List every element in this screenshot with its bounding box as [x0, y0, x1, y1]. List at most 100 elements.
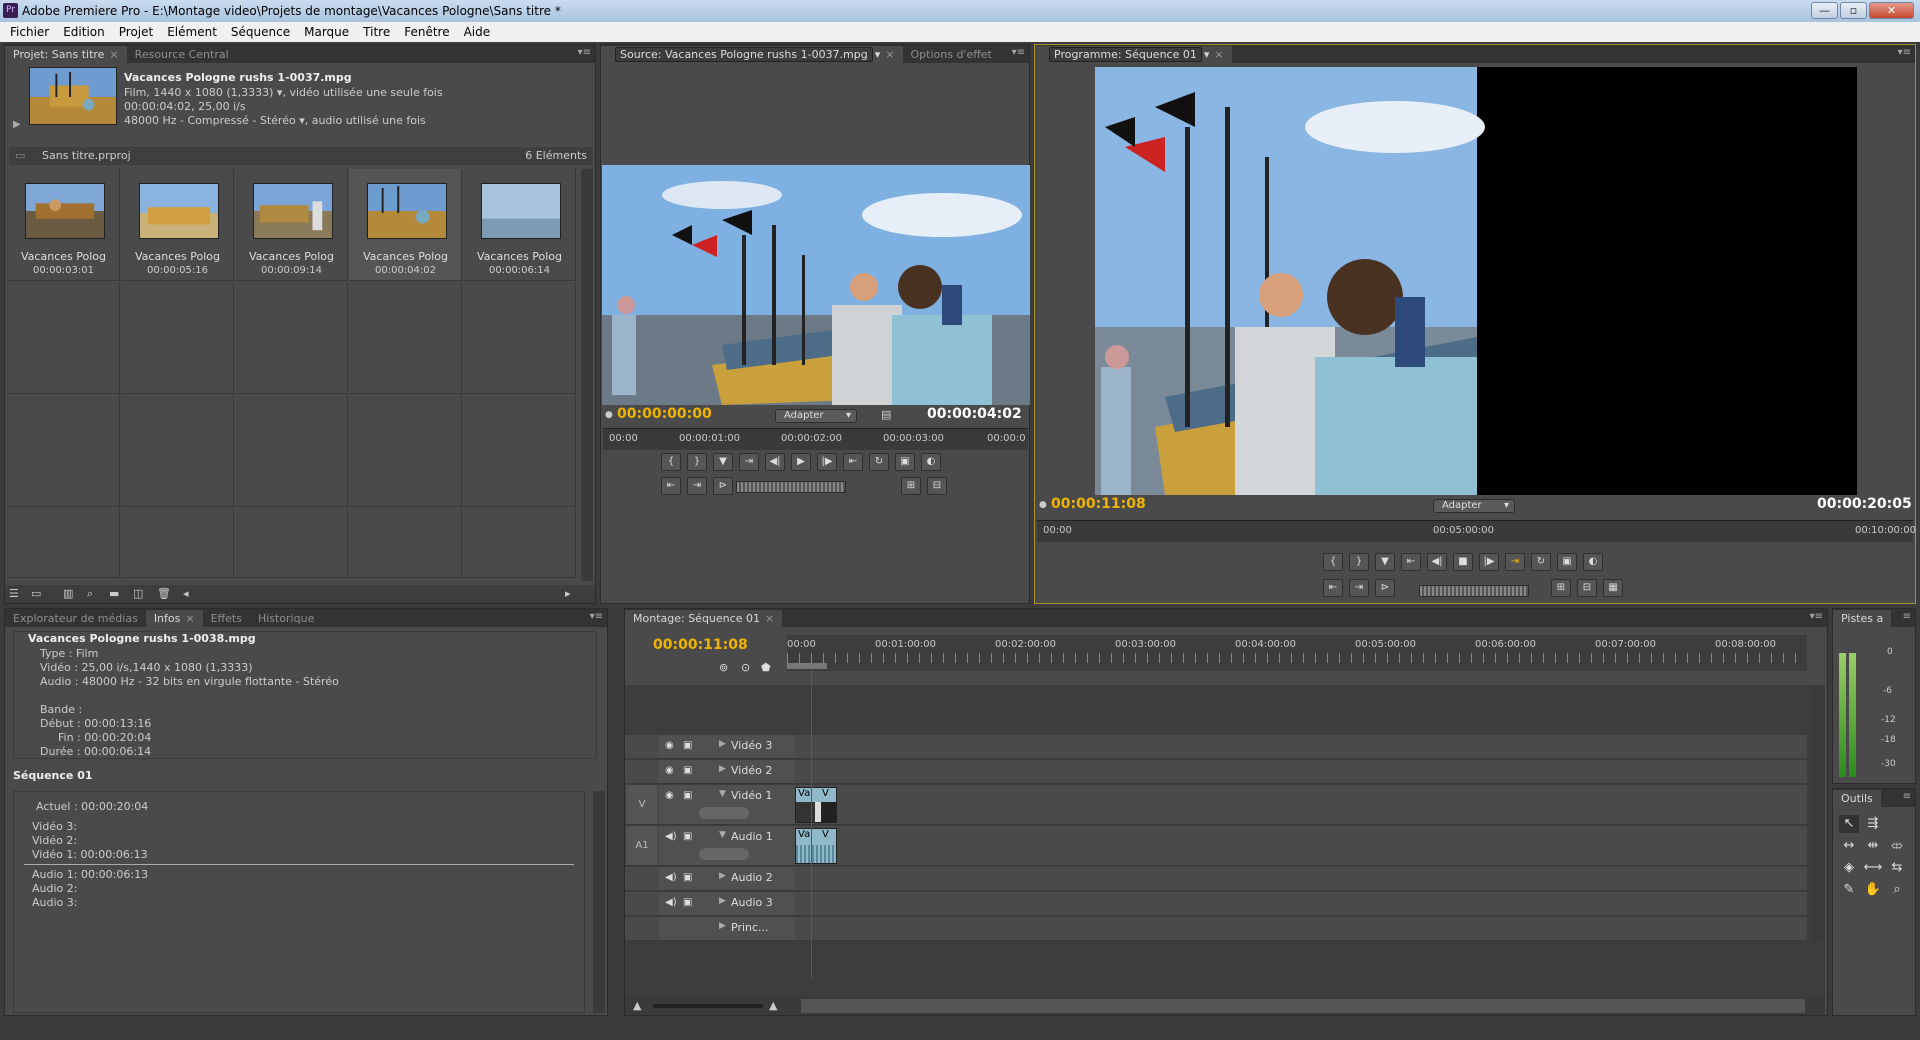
mark-in-icon[interactable]: { — [1323, 553, 1343, 571]
lock-icon[interactable]: ▣ — [683, 740, 692, 751]
lock-icon[interactable]: ▣ — [683, 831, 692, 842]
menu-fenetre[interactable]: Fenêtre — [397, 25, 456, 39]
collapse-icon[interactable]: ▼ — [719, 789, 726, 799]
go-to-next-edit-icon[interactable]: ⇥ — [1505, 553, 1525, 571]
timeline-v-scrollbar[interactable] — [1811, 685, 1823, 941]
track-select-tool-icon[interactable]: ⇶ — [1863, 815, 1883, 833]
menu-sequence[interactable]: Séquence — [224, 25, 297, 39]
new-bin-icon[interactable]: ▬ — [109, 587, 119, 600]
output-icon[interactable]: ◐ — [921, 453, 941, 471]
selection-tool-icon[interactable]: ↖ — [1839, 815, 1859, 833]
tab-timeline[interactable]: Montage: Séquence 01 × — [625, 610, 783, 627]
target-audio-label[interactable]: A1 — [627, 826, 657, 865]
insert-edit-icon[interactable]: ⊞ — [901, 477, 921, 495]
clip-audio-1[interactable]: Va V — [795, 828, 837, 864]
lift-icon[interactable]: ⊞ — [1551, 579, 1571, 597]
lock-icon[interactable]: ▣ — [683, 790, 692, 801]
info-scrollbar[interactable] — [593, 791, 605, 1013]
source-fit-dropdown[interactable]: Adapter ▾ — [775, 409, 857, 423]
tab-source[interactable]: Source: Vacances Pologne rushs 1-0037.mp… — [601, 46, 903, 63]
source-time-ruler[interactable]: 00:00 00:00:01:00 00:00:02:00 00:00:03:0… — [603, 428, 1028, 450]
tab-effect-options[interactable]: Options d'effet — [903, 46, 1000, 63]
list-view-icon[interactable]: ☰ — [9, 587, 19, 600]
panel-menu-icon[interactable]: ▾≡ — [1810, 611, 1823, 622]
safe-margins-icon[interactable]: ▣ — [895, 453, 915, 471]
expand-icon[interactable]: ▶ — [719, 871, 726, 881]
panel-menu-icon[interactable]: ▾≡ — [590, 611, 603, 622]
program-time-ruler[interactable]: 00:00 00:05:00:00 00:10:00:00 — [1037, 520, 1916, 542]
list-item[interactable]: Vacances Polog 00:00:09:14 — [235, 169, 348, 281]
menu-edition[interactable]: Edition — [56, 25, 112, 39]
tab-history[interactable]: Historique — [250, 610, 322, 627]
play-in-to-out-icon[interactable]: ⊳ — [1375, 579, 1395, 597]
eye-icon[interactable]: ◉ — [665, 790, 674, 801]
menu-fichier[interactable]: Fichier — [3, 25, 56, 39]
list-item[interactable]: Vacances Polog 00:00:06:14 — [463, 169, 576, 281]
marker-icon[interactable]: ⊙ — [741, 661, 750, 674]
keyframe-slider[interactable] — [699, 848, 749, 860]
step-forward-icon[interactable]: |▶ — [817, 453, 837, 471]
loop-icon[interactable]: ↻ — [869, 453, 889, 471]
set-marker-icon[interactable]: ⬟ — [761, 661, 771, 674]
automate-icon[interactable]: ▥ — [63, 587, 73, 600]
go-to-out-icon[interactable]: ⇥ — [1349, 579, 1369, 597]
close-tab-icon[interactable]: × — [185, 612, 194, 625]
panel-menu-icon[interactable]: ≡ — [1903, 791, 1911, 802]
ripple-edit-tool-icon[interactable]: ↔ — [1839, 837, 1859, 855]
safe-margins-icon[interactable]: ▣ — [1557, 553, 1577, 571]
close-tab-icon[interactable]: × — [765, 612, 774, 625]
go-to-prev-edit-icon[interactable]: ⇤ — [1401, 553, 1421, 571]
tab-audio-meters[interactable]: Pistes a — [1833, 610, 1892, 627]
tab-media-browser[interactable]: Explorateur de médias — [5, 610, 146, 627]
tab-resource-central[interactable]: Resource Central — [127, 46, 237, 63]
play-in-to-out-icon[interactable]: ⊳ — [713, 477, 733, 495]
snap-icon[interactable]: ⊚ — [719, 661, 728, 674]
clip-video-1[interactable]: Va V — [795, 787, 837, 823]
expand-icon[interactable]: ▶ — [719, 739, 726, 749]
menu-projet[interactable]: Projet — [112, 25, 160, 39]
hand-tool-icon[interactable]: ✋ — [1863, 881, 1883, 899]
menu-titre[interactable]: Titre — [356, 25, 397, 39]
menu-aide[interactable]: Aide — [457, 25, 498, 39]
close-tab-icon[interactable]: × — [1214, 48, 1223, 61]
set-marker-icon[interactable]: ▼ — [713, 453, 733, 471]
work-area-bar[interactable] — [787, 663, 827, 669]
playhead-line[interactable] — [811, 669, 812, 979]
go-to-out-icon[interactable]: ⇥ — [687, 477, 707, 495]
tab-tools[interactable]: Outils — [1833, 790, 1881, 807]
expand-icon[interactable]: ▶ — [719, 764, 726, 774]
list-item[interactable]: Vacances Polog 00:00:03:01 — [7, 169, 120, 281]
menu-element[interactable]: Elément — [160, 25, 224, 39]
zoom-slider[interactable] — [653, 1004, 763, 1008]
close-tab-icon[interactable]: × — [885, 48, 894, 61]
insert-icon[interactable]: ⇥ — [739, 453, 759, 471]
menu-marque[interactable]: Marque — [297, 25, 356, 39]
extract-icon[interactable]: ⊟ — [1577, 579, 1597, 597]
play-preview-icon[interactable]: ▶ — [13, 119, 21, 130]
step-forward-icon[interactable]: |▶ — [1479, 553, 1499, 571]
panel-menu-icon[interactable]: ▾≡ — [1898, 47, 1911, 58]
eye-icon[interactable]: ◉ — [665, 740, 674, 751]
slip-tool-icon[interactable]: ⟷ — [1863, 859, 1883, 877]
program-jog-shuttle[interactable] — [1419, 585, 1529, 597]
step-back-icon[interactable]: ◀| — [1427, 553, 1447, 571]
dropdown-arrow-icon[interactable]: ▾ — [1204, 48, 1210, 61]
lock-icon[interactable]: ▣ — [683, 872, 692, 883]
panel-menu-icon[interactable]: ≡ — [1903, 611, 1911, 622]
rolling-edit-tool-icon[interactable]: ⇹ — [1863, 837, 1883, 855]
step-back-icon[interactable]: ◀| — [765, 453, 785, 471]
speaker-icon[interactable]: ◀) — [665, 831, 677, 842]
source-current-timecode[interactable]: 00:00:00:00 — [617, 406, 712, 422]
go-to-in-icon[interactable]: ⇤ — [1323, 579, 1343, 597]
go-to-in-icon[interactable]: ⇤ — [661, 477, 681, 495]
tab-project[interactable]: Projet: Sans titre × — [5, 46, 127, 63]
scroll-left-icon[interactable]: ◂ — [183, 587, 189, 600]
pen-tool-icon[interactable]: ✎ — [1839, 881, 1859, 899]
zoom-tool-icon[interactable]: ⌕ — [1887, 881, 1907, 899]
dropdown-arrow-icon[interactable]: ▾ — [875, 48, 881, 61]
tab-effects[interactable]: Effets — [203, 610, 250, 627]
mark-out-icon[interactable]: } — [1349, 553, 1369, 571]
icon-view-icon[interactable]: ▭ — [31, 587, 41, 600]
loop-icon[interactable]: ↻ — [1531, 553, 1551, 571]
zoom-out-icon[interactable]: ▲ — [633, 999, 641, 1012]
